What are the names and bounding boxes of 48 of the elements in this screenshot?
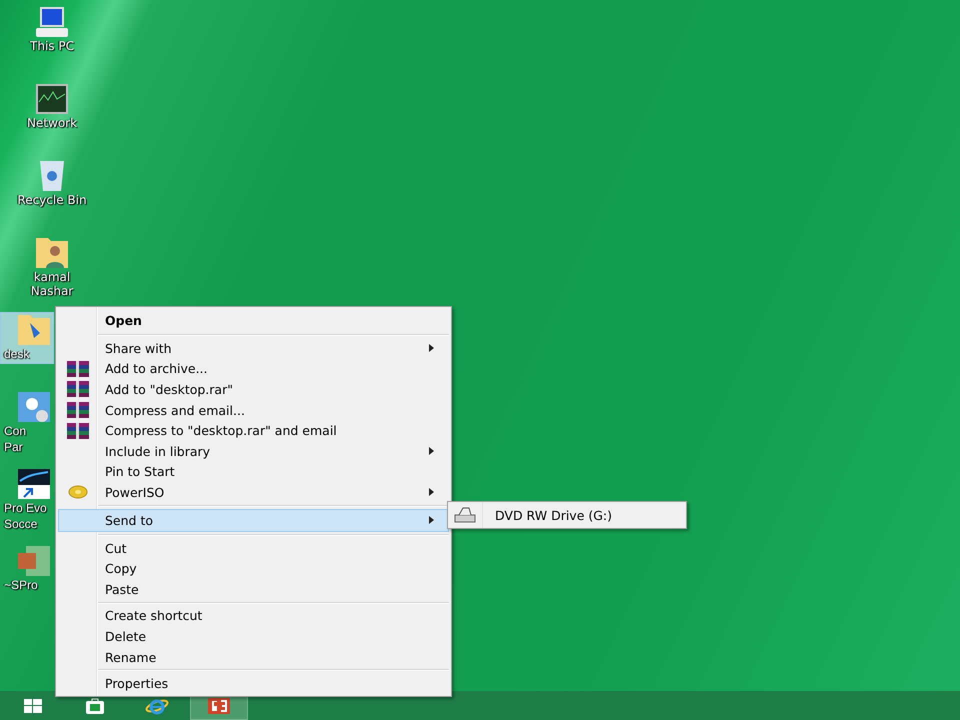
desktop-icon-label: Network [26, 116, 78, 130]
menu-item[interactable]: Include in library [58, 440, 449, 462]
archive-books-icon [66, 381, 90, 398]
menu-item[interactable]: Copy [58, 558, 449, 579]
menu-item[interactable]: Pin to Start [58, 462, 449, 482]
desktop-icon-label: Socce [4, 517, 38, 531]
network-monitor-icon [36, 84, 68, 114]
desktop-icon-label: Con [4, 424, 26, 438]
folder-icon [18, 315, 50, 345]
control-panel-icon [18, 392, 50, 422]
submenu-arrow-icon [429, 344, 434, 352]
menu-item[interactable]: Add to "desktop.rar" [58, 379, 449, 400]
menu-item[interactable]: Compress and email... [58, 400, 449, 420]
disc-drive-icon [454, 507, 476, 523]
archive-books-icon [66, 422, 90, 439]
menu-item[interactable]: Compress to "desktop.rar" and email [58, 420, 449, 441]
menu-item[interactable]: Delete [58, 626, 449, 647]
menu-item[interactable]: Rename [58, 646, 449, 668]
computer-icon [36, 7, 68, 37]
desktop-icon-label: Par [4, 440, 23, 454]
menu-item[interactable]: Add to archive... [58, 358, 449, 380]
shopping-bag-icon [85, 698, 105, 714]
menu-item[interactable]: Open [58, 309, 449, 332]
desktop-icon-label: This PC [30, 39, 74, 53]
menu-item[interactable]: PowerISO [58, 482, 449, 503]
menu-item[interactable]: Send to [58, 508, 449, 532]
menu-item[interactable]: DVD RW Drive (G:) [448, 504, 686, 526]
submenu-arrow-icon [429, 447, 434, 456]
desktop-icon-label: Pro Evo [4, 501, 47, 515]
desktop-icon-label: ~SPro [4, 578, 38, 592]
submenu-arrow-icon [429, 516, 434, 524]
archive-books-icon [66, 402, 90, 418]
menu-item[interactable]: Cut [58, 538, 449, 558]
menu-item[interactable]: Paste [58, 578, 449, 600]
menu-item[interactable]: Properties [58, 673, 449, 694]
archive-books-icon [66, 360, 90, 377]
desktop-icon-label: desk [4, 347, 30, 361]
windows-logo-icon [24, 698, 42, 712]
disc-icon [68, 485, 88, 500]
submenu-arrow-icon [429, 488, 434, 496]
presentation-file-icon [18, 546, 50, 576]
user-folder-icon [36, 238, 68, 268]
desktop-icon-label: kamal Nashar [30, 270, 74, 298]
game-shortcut-icon [18, 469, 50, 499]
menu-item[interactable]: Share with [58, 338, 449, 359]
desktop-icon-label: Recycle Bin [17, 193, 87, 207]
menu-item[interactable]: Create shortcut [58, 606, 449, 626]
presentation-app-icon [208, 698, 230, 714]
